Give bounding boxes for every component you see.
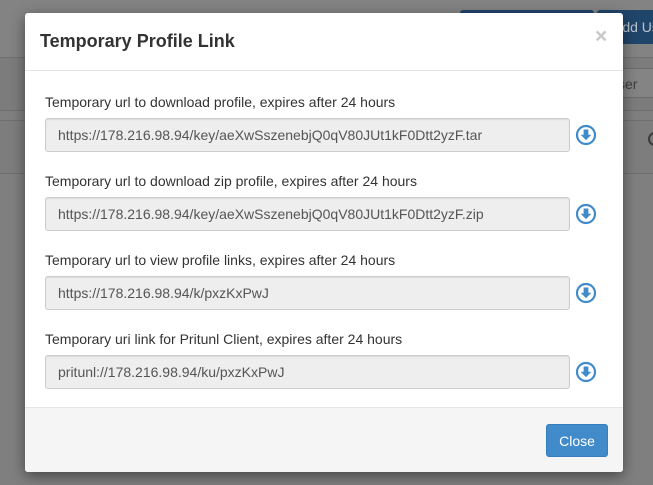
profile-zip-link-input[interactable]: [45, 197, 570, 231]
download-circle-icon[interactable]: [575, 282, 597, 304]
pritunl-client-link-label: Temporary uri link for Pritunl Client, e…: [45, 331, 403, 347]
pritunl-client-link-group: Temporary uri link for Pritunl Client, e…: [45, 331, 605, 389]
download-circle-icon[interactable]: [575, 124, 597, 146]
close-button[interactable]: Close: [546, 424, 608, 457]
profile-zip-link-group: Temporary url to download zip profile, e…: [45, 173, 605, 231]
modal-title: Temporary Profile Link: [40, 31, 235, 51]
profile-view-link-input[interactable]: [45, 276, 570, 310]
profile-zip-link-label: Temporary url to download zip profile, e…: [45, 173, 417, 189]
modal-header: Temporary Profile Link ×: [25, 13, 623, 71]
modal-body: Temporary url to download profile, expir…: [25, 71, 623, 407]
profile-view-link-group: Temporary url to view profile links, exp…: [45, 252, 605, 310]
close-icon[interactable]: ×: [595, 26, 607, 47]
profile-tar-link-label: Temporary url to download profile, expir…: [45, 94, 396, 110]
download-circle-icon[interactable]: [575, 203, 597, 225]
profile-view-link-label: Temporary url to view profile links, exp…: [45, 252, 396, 268]
download-circle-icon[interactable]: [575, 361, 597, 383]
pritunl-client-link-input[interactable]: [45, 355, 570, 389]
profile-tar-link-input[interactable]: [45, 118, 570, 152]
temporary-profile-link-modal: Temporary Profile Link × Temporary url t…: [25, 13, 623, 472]
profile-tar-link-group: Temporary url to download profile, expir…: [45, 94, 605, 152]
modal-footer: Close: [25, 407, 623, 472]
